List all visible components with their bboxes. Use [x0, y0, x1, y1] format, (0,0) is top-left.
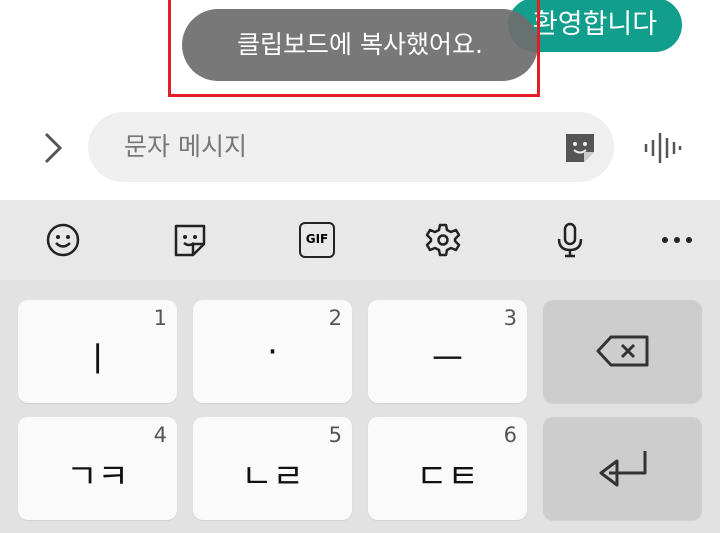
sticker-icon[interactable] [562, 130, 598, 166]
key-number: 3 [503, 306, 517, 330]
key-number: 4 [153, 423, 167, 447]
voice-wave-icon[interactable] [642, 130, 682, 166]
key-glyph: · [267, 332, 278, 372]
key-5[interactable]: 5 ㄴㄹ [193, 417, 352, 520]
input-placeholder: 문자 메시지 [124, 132, 247, 161]
enter-icon [599, 451, 647, 487]
backspace-key[interactable] [543, 300, 702, 403]
gif-icon[interactable]: GIF [299, 222, 335, 258]
key-glyph: ㄷㅌ [416, 457, 479, 497]
highlight-frame [168, 0, 540, 97]
key-glyph: ㅣ [81, 340, 114, 380]
key-number: 1 [153, 306, 167, 330]
key-1[interactable]: 1ㅣ [18, 300, 177, 403]
enter-key[interactable] [543, 417, 702, 520]
settings-icon[interactable] [425, 222, 461, 258]
key-3[interactable]: 3ㅡ [368, 300, 527, 403]
backspace-icon [596, 335, 649, 367]
key-number: 2 [328, 306, 342, 330]
key-4[interactable]: 4 ㄱㅋ [18, 417, 177, 520]
key-glyph: ㄱㅋ [66, 457, 129, 497]
chevron-right-icon[interactable] [38, 130, 68, 166]
emoji-icon[interactable] [45, 222, 81, 258]
microphone-icon[interactable] [552, 222, 588, 258]
more-icon[interactable] [659, 222, 695, 258]
key-6[interactable]: 6 ㄷㅌ [368, 417, 527, 520]
keyboard-toolbar: GIF [0, 200, 720, 280]
sticker-icon[interactable] [172, 222, 208, 258]
message-input[interactable]: 문자 메시지 [88, 112, 614, 182]
keyboard: 1ㅣ 2 · 3ㅡ 4 ㄱㅋ 5 ㄴㄹ 6 ㄷㅌ [0, 280, 720, 533]
key-glyph: ㅡ [431, 340, 464, 380]
key-2[interactable]: 2 · [193, 300, 352, 403]
key-number: 6 [503, 423, 517, 447]
key-number: 5 [328, 423, 342, 447]
key-glyph: ㄴㄹ [241, 457, 304, 497]
